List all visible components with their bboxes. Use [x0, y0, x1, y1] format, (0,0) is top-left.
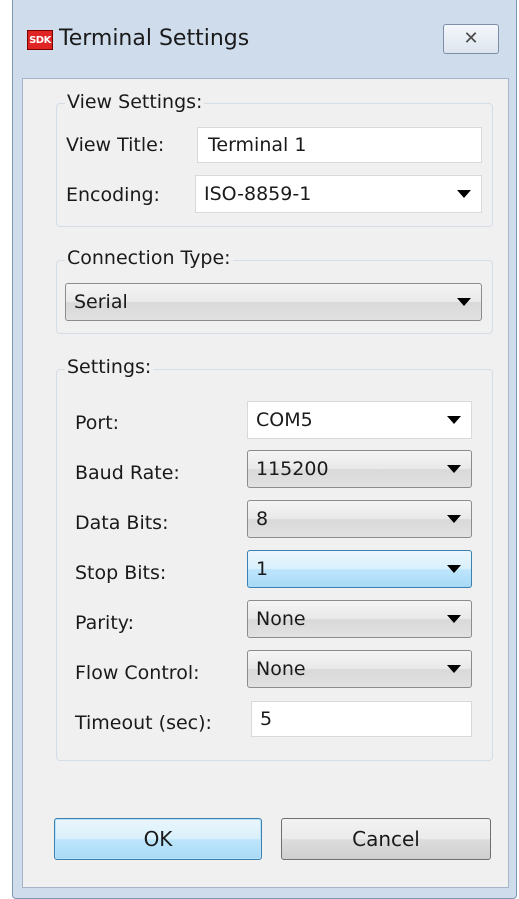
connection-type-value: Serial — [74, 291, 128, 313]
baud-rate-value: 115200 — [256, 458, 329, 480]
stop-bits-label: Stop Bits: — [75, 562, 167, 584]
chevron-down-icon — [457, 190, 471, 198]
flow-control-select[interactable]: None — [247, 650, 472, 688]
port-value: COM5 — [256, 409, 313, 431]
view-title-input[interactable]: Terminal 1 — [197, 127, 482, 163]
flow-control-label: Flow Control: — [75, 662, 200, 684]
parity-value: None — [256, 608, 306, 630]
app-icon-text: SDK — [29, 35, 51, 46]
baud-rate-label: Baud Rate: — [75, 462, 180, 484]
data-bits-value: 8 — [256, 508, 269, 530]
connection-type-label: Connection Type: — [65, 247, 233, 269]
timeout-input[interactable]: 5 — [251, 701, 472, 737]
flow-control-value: None — [256, 658, 306, 680]
view-settings-label: View Settings: — [65, 91, 205, 113]
data-bits-select[interactable]: 8 — [247, 500, 472, 538]
close-button[interactable]: ✕ — [443, 24, 499, 54]
chevron-down-icon — [447, 615, 461, 623]
port-select[interactable]: COM5 — [247, 401, 472, 439]
sdk-app-icon: SDK — [27, 30, 53, 50]
timeout-label: Timeout (sec): — [75, 712, 212, 734]
connection-type-select[interactable]: Serial — [65, 283, 482, 321]
view-title-label: View Title: — [66, 134, 165, 156]
chevron-down-icon — [447, 416, 461, 424]
chevron-down-icon — [447, 665, 461, 673]
data-bits-label: Data Bits: — [75, 512, 169, 534]
dialog-body: View Settings: View Title: Terminal 1 En… — [22, 78, 509, 888]
encoding-label: Encoding: — [66, 184, 160, 206]
serial-settings-label: Settings: — [65, 356, 154, 378]
cancel-button[interactable]: Cancel — [281, 818, 491, 860]
encoding-select[interactable]: ISO-8859-1 — [195, 175, 482, 213]
port-label: Port: — [75, 412, 120, 434]
title-bar[interactable]: SDK Terminal Settings ✕ — [13, 0, 516, 80]
parity-label: Parity: — [75, 612, 135, 634]
terminal-settings-dialog: SDK Terminal Settings ✕ View Settings: V… — [12, 0, 517, 899]
baud-rate-select[interactable]: 115200 — [247, 450, 472, 488]
chevron-down-icon — [447, 565, 461, 573]
chevron-down-icon — [447, 465, 461, 473]
window-title: Terminal Settings — [59, 26, 250, 51]
parity-select[interactable]: None — [247, 600, 472, 638]
chevron-down-icon — [457, 298, 471, 306]
stop-bits-value: 1 — [256, 558, 269, 580]
close-icon: ✕ — [463, 28, 479, 49]
stop-bits-select[interactable]: 1 — [247, 550, 472, 588]
chevron-down-icon — [447, 515, 461, 523]
ok-button[interactable]: OK — [54, 818, 262, 860]
encoding-value: ISO-8859-1 — [204, 183, 312, 205]
